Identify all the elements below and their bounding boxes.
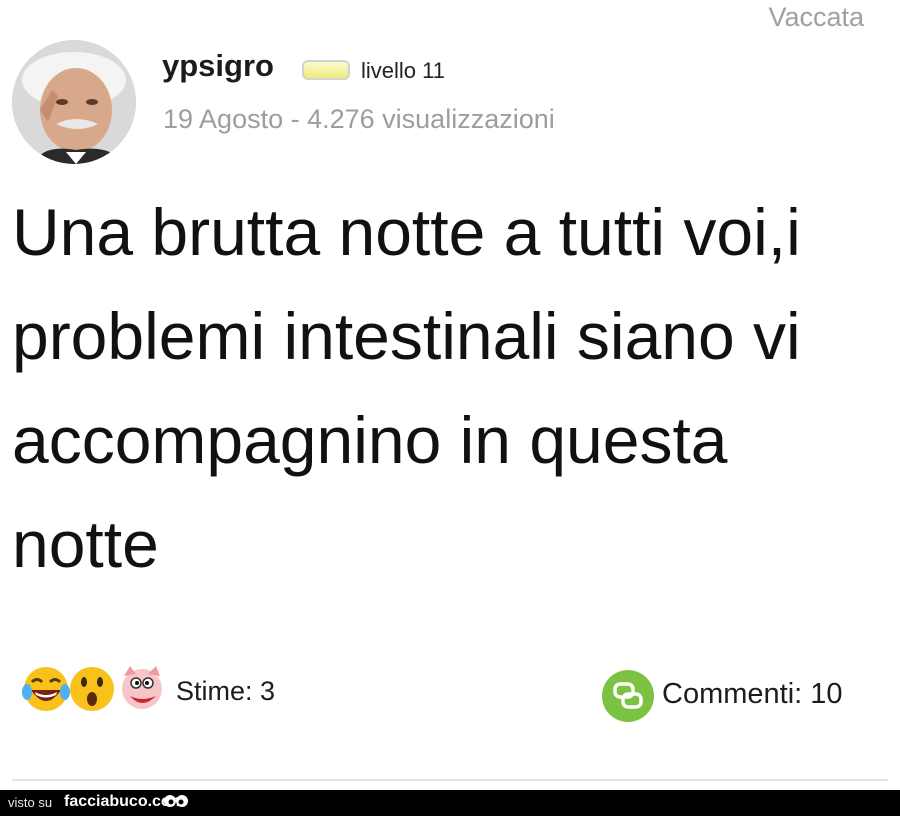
watermark-footer: visto su facciabuco.com (0, 790, 900, 816)
author-level: livello 11 (361, 58, 445, 83)
footer-prefix: visto su (8, 795, 53, 810)
post-category[interactable]: Vaccata (768, 2, 864, 33)
post-card: Vaccata ypsigro livello 11 19 Agosto - 4… (0, 0, 900, 790)
pig-emoji-icon (122, 666, 162, 709)
post-body-text: Una brutta notte a tutti voi,i problemi … (12, 195, 801, 581)
speech-bubbles-icon (613, 682, 643, 709)
author-avatar[interactable] (12, 40, 136, 164)
reactions-count[interactable]: Stime: 3 (176, 676, 275, 707)
surprised-emoji-icon (70, 667, 114, 711)
level-badge-icon (302, 60, 350, 80)
avatar-image (12, 40, 136, 164)
post-meta: 19 Agosto - 4.276 visualizzazioni (163, 104, 555, 134)
author-username[interactable]: ypsigro (162, 48, 274, 84)
laughing-tears-emoji-icon (22, 667, 70, 711)
divider (12, 779, 888, 781)
comment-icon[interactable] (602, 670, 654, 722)
reactions-group[interactable] (20, 662, 170, 722)
eyes-logo-icon (164, 795, 188, 807)
comments-count[interactable]: Commenti: 10 (662, 678, 843, 711)
